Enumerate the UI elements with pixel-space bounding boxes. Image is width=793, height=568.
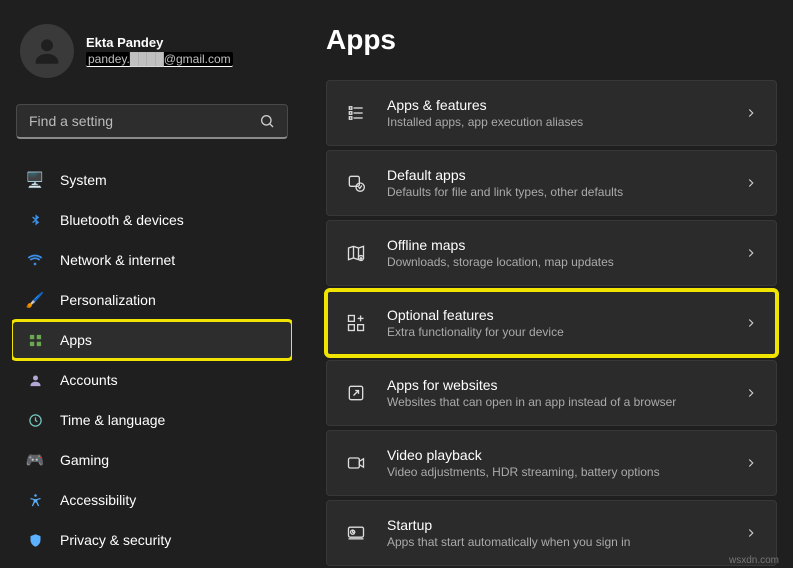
profile-email: pandey.████@gmail.com bbox=[86, 52, 233, 67]
watermark: wsxdn.com bbox=[729, 555, 779, 566]
card-optional-features[interactable]: Optional features Extra functionality fo… bbox=[326, 290, 777, 356]
chevron-right-icon bbox=[744, 316, 758, 330]
profile-text: Ekta Pandey pandey.████@gmail.com bbox=[86, 35, 233, 68]
card-apps-features[interactable]: Apps & features Installed apps, app exec… bbox=[326, 80, 777, 146]
chevron-right-icon bbox=[744, 456, 758, 470]
open-external-icon bbox=[345, 382, 367, 404]
sidebar-item-privacy[interactable]: Privacy & security bbox=[12, 521, 292, 552]
sidebar-item-label: Bluetooth & devices bbox=[60, 212, 184, 228]
card-subtitle: Extra functionality for your device bbox=[387, 325, 744, 339]
sidebar-item-personalization[interactable]: 🖌️ Personalization bbox=[12, 281, 292, 319]
card-subtitle: Apps that start automatically when you s… bbox=[387, 535, 744, 549]
sidebar-item-accessibility[interactable]: Accessibility bbox=[12, 481, 292, 519]
bluetooth-icon bbox=[26, 211, 44, 229]
sidebar-nav: 🖥️ System Bluetooth & devices Network & … bbox=[12, 161, 292, 552]
card-subtitle: Defaults for file and link types, other … bbox=[387, 185, 744, 199]
brush-icon: 🖌️ bbox=[26, 291, 44, 309]
card-title: Startup bbox=[387, 517, 744, 533]
sidebar-item-accounts[interactable]: Accounts bbox=[12, 361, 292, 399]
card-subtitle: Installed apps, app execution aliases bbox=[387, 115, 744, 129]
person-icon bbox=[26, 371, 44, 389]
card-offline-maps[interactable]: Offline maps Downloads, storage location… bbox=[326, 220, 777, 286]
sidebar-item-time[interactable]: Time & language bbox=[12, 401, 292, 439]
sidebar-item-apps[interactable]: Apps bbox=[12, 321, 292, 359]
main-content: Apps Apps & features Installed apps, app… bbox=[300, 0, 793, 568]
card-startup[interactable]: Startup Apps that start automatically wh… bbox=[326, 500, 777, 566]
search-input[interactable] bbox=[29, 113, 259, 129]
profile-name: Ekta Pandey bbox=[86, 35, 233, 50]
default-apps-icon bbox=[345, 172, 367, 194]
sidebar-item-label: Accounts bbox=[60, 372, 118, 388]
chevron-right-icon bbox=[744, 106, 758, 120]
avatar bbox=[20, 24, 74, 78]
card-title: Apps & features bbox=[387, 97, 744, 113]
sidebar-item-label: Gaming bbox=[60, 452, 109, 468]
startup-icon bbox=[345, 522, 367, 544]
sidebar: Ekta Pandey pandey.████@gmail.com 🖥️ Sys… bbox=[0, 0, 300, 568]
sidebar-item-system[interactable]: 🖥️ System bbox=[12, 161, 292, 199]
card-default-apps[interactable]: Default apps Defaults for file and link … bbox=[326, 150, 777, 216]
wifi-icon bbox=[26, 251, 44, 269]
apps-icon bbox=[26, 331, 44, 349]
card-title: Apps for websites bbox=[387, 377, 744, 393]
card-video-playback[interactable]: Video playback Video adjustments, HDR st… bbox=[326, 430, 777, 496]
page-title: Apps bbox=[326, 24, 777, 56]
sidebar-item-gaming[interactable]: 🎮 Gaming bbox=[12, 441, 292, 479]
chevron-right-icon bbox=[744, 176, 758, 190]
sidebar-item-label: Apps bbox=[60, 332, 92, 348]
clock-icon bbox=[26, 411, 44, 429]
optional-features-icon bbox=[345, 312, 367, 334]
sidebar-item-label: Privacy & security bbox=[60, 532, 171, 548]
gamepad-icon: 🎮 bbox=[26, 451, 44, 469]
sidebar-item-label: Accessibility bbox=[60, 492, 136, 508]
sidebar-item-label: Time & language bbox=[60, 412, 165, 428]
profile-block[interactable]: Ekta Pandey pandey.████@gmail.com bbox=[12, 16, 292, 86]
accessibility-icon bbox=[26, 491, 44, 509]
sidebar-item-label: Network & internet bbox=[60, 252, 175, 268]
card-apps-websites[interactable]: Apps for websites Websites that can open… bbox=[326, 360, 777, 426]
card-title: Offline maps bbox=[387, 237, 744, 253]
search-box[interactable] bbox=[16, 104, 288, 139]
card-subtitle: Downloads, storage location, map updates bbox=[387, 255, 744, 269]
card-subtitle: Websites that can open in an app instead… bbox=[387, 395, 744, 409]
map-icon bbox=[345, 242, 367, 264]
sidebar-item-label: Personalization bbox=[60, 292, 156, 308]
card-title: Video playback bbox=[387, 447, 744, 463]
sidebar-item-bluetooth[interactable]: Bluetooth & devices bbox=[12, 201, 292, 239]
sidebar-item-network[interactable]: Network & internet bbox=[12, 241, 292, 279]
search-icon bbox=[259, 113, 275, 129]
card-title: Default apps bbox=[387, 167, 744, 183]
sidebar-item-label: System bbox=[60, 172, 107, 188]
chevron-right-icon bbox=[744, 386, 758, 400]
card-subtitle: Video adjustments, HDR streaming, batter… bbox=[387, 465, 744, 479]
shield-icon bbox=[26, 531, 44, 549]
card-title: Optional features bbox=[387, 307, 744, 323]
chevron-right-icon bbox=[744, 526, 758, 540]
list-icon bbox=[345, 102, 367, 124]
display-icon: 🖥️ bbox=[26, 171, 44, 189]
video-icon bbox=[345, 452, 367, 474]
chevron-right-icon bbox=[744, 246, 758, 260]
